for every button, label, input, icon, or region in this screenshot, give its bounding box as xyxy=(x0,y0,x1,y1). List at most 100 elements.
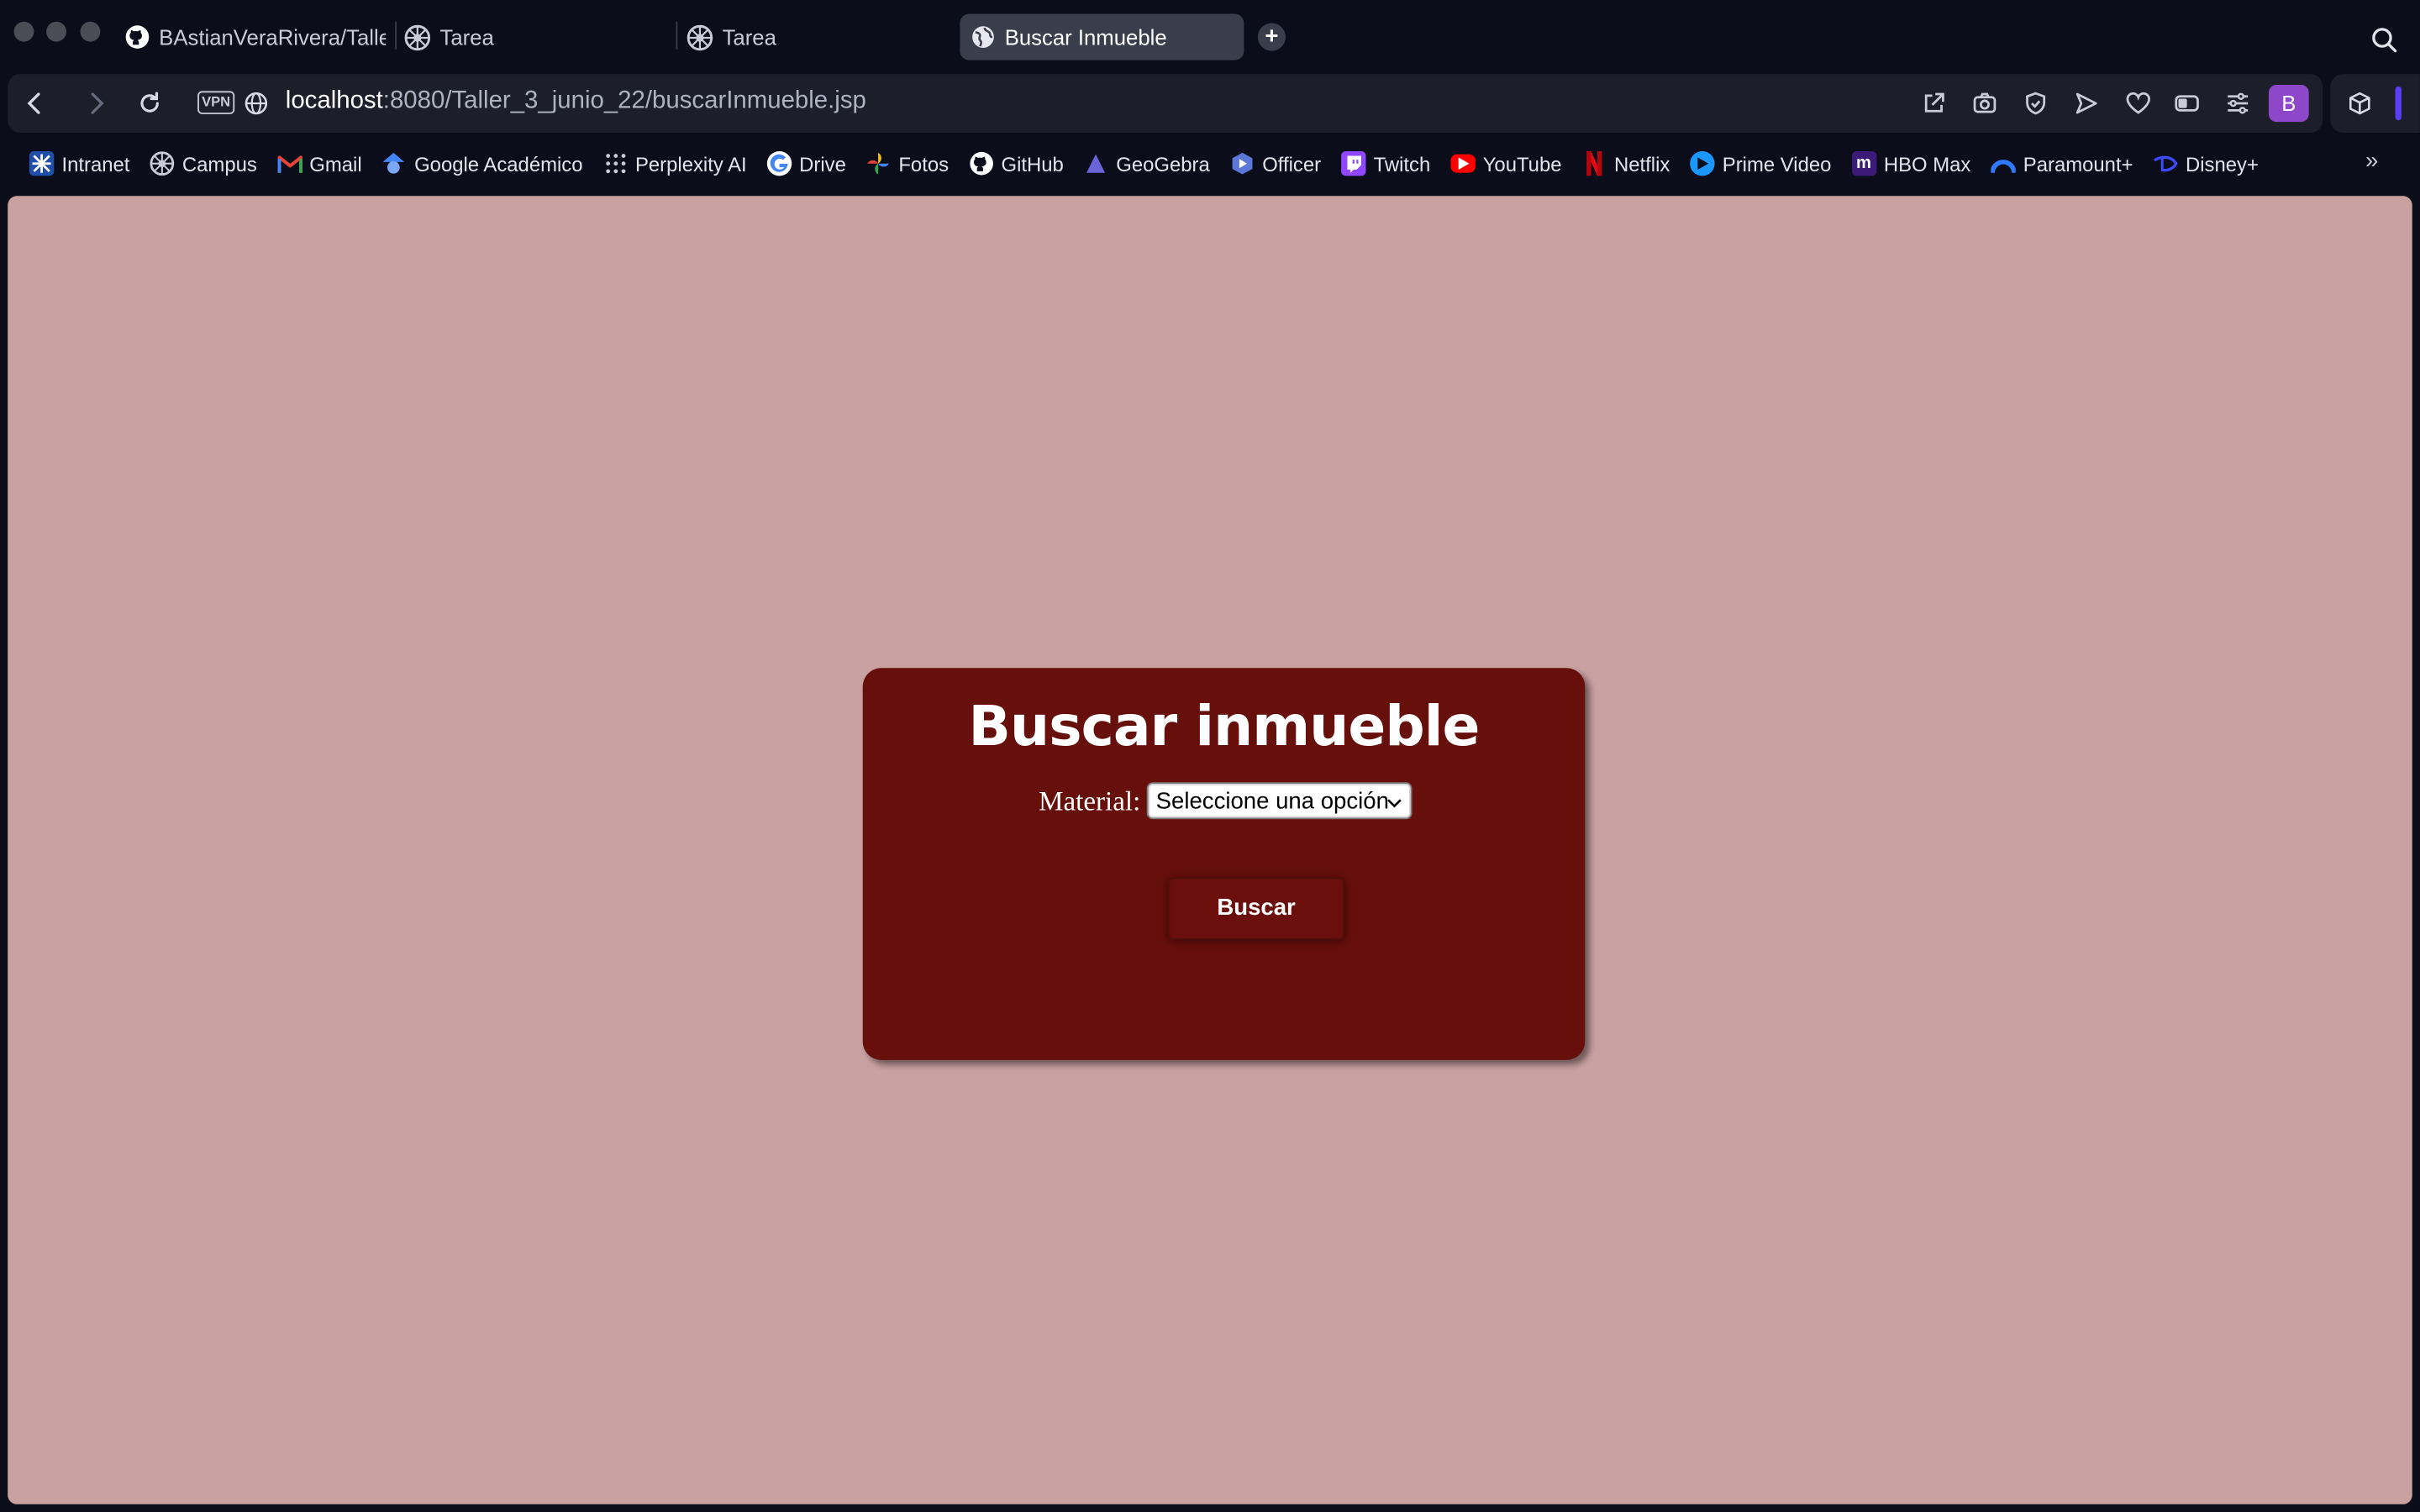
heart-icon[interactable] xyxy=(2123,90,2151,118)
hbo-max-icon: m xyxy=(1851,150,1876,176)
bookmark-label: Drive xyxy=(799,151,846,176)
window-maximize-button[interactable] xyxy=(80,21,101,42)
bookmark-intranet[interactable]: Intranet xyxy=(29,150,130,176)
bookmark-officer[interactable]: Officer xyxy=(1230,151,1321,176)
bookmark-fotos[interactable]: Fotos xyxy=(866,151,949,176)
material-field: Material: Seleccione una opción xyxy=(1039,782,1413,820)
bookmark-label: Twitch xyxy=(1373,151,1431,176)
window-minimize-button[interactable] xyxy=(46,21,66,42)
tab-label: Tarea xyxy=(439,24,494,50)
vpn-badge[interactable]: VPN xyxy=(197,91,235,114)
github-icon xyxy=(969,151,993,176)
tab-github[interactable]: BAstianVeraRivera/Taller xyxy=(114,14,386,60)
search-card: Buscar inmueble Material: Seleccione una… xyxy=(862,668,1586,1060)
tab-tarea-1[interactable]: Tarea xyxy=(395,14,666,60)
bookmark-geogebra[interactable]: GeoGebra xyxy=(1084,151,1210,176)
bookmarks-more-button[interactable]: » xyxy=(2365,148,2378,174)
bookmark-label: Perplexity AI xyxy=(634,151,747,176)
youtube-icon xyxy=(1450,154,1476,173)
bookmark-youtube[interactable]: YouTube xyxy=(1450,151,1562,176)
officer-icon xyxy=(1230,151,1255,176)
campus-icon xyxy=(150,151,175,176)
bookmark-label: GitHub xyxy=(1001,151,1064,176)
tab-label: Tarea xyxy=(722,24,776,50)
site-info-icon[interactable] xyxy=(242,90,270,118)
netflix-icon xyxy=(1581,150,1606,176)
battery-saver-icon[interactable] xyxy=(2173,90,2201,118)
bookmarks-bar: Intranet Campus Gmail Google Académico P… xyxy=(8,137,2412,189)
bookmark-label: Campus xyxy=(182,151,257,176)
globe-icon xyxy=(969,24,995,50)
material-label: Material: xyxy=(1039,784,1141,816)
bookmark-label: YouTube xyxy=(1482,151,1562,176)
bookmark-label: Paramount+ xyxy=(2023,151,2133,176)
bookmark-label: Prime Video xyxy=(1722,151,1832,176)
forward-button[interactable] xyxy=(82,90,109,118)
window-close-button[interactable] xyxy=(13,21,34,42)
paramount-icon xyxy=(1991,151,2016,176)
tab-strip: BAstianVeraRivera/Taller Tarea Tarea Bus… xyxy=(0,0,2420,71)
campus-icon xyxy=(404,24,431,50)
scholar-icon xyxy=(382,151,407,176)
bookmark-perplexity[interactable]: Perplexity AI xyxy=(602,151,747,176)
twitch-icon xyxy=(1341,150,1366,176)
bookmark-label: HBO Max xyxy=(1883,151,1971,176)
bookmark-github[interactable]: GitHub xyxy=(969,151,1064,176)
campus-icon xyxy=(687,24,713,50)
bookmark-label: GeoGebra xyxy=(1116,151,1210,176)
bookmark-label: Officer xyxy=(1262,151,1322,176)
material-select[interactable]: Seleccione una opción xyxy=(1146,782,1413,820)
send-icon[interactable] xyxy=(2073,90,2101,118)
tab-search-icon[interactable] xyxy=(2370,26,2398,54)
tab-label: Buscar Inmueble xyxy=(1004,24,1167,50)
bookmark-label: Netflix xyxy=(1613,151,1670,176)
photos-icon xyxy=(866,151,891,176)
new-tab-button[interactable]: + xyxy=(1257,23,1286,51)
intranet-icon xyxy=(29,150,55,176)
url-host: localhost xyxy=(285,87,383,114)
bookmark-campus[interactable]: Campus xyxy=(150,151,257,176)
reload-button[interactable] xyxy=(136,90,164,118)
github-icon xyxy=(124,24,150,50)
search-button[interactable]: Buscar xyxy=(1168,878,1344,940)
bookmark-label: Intranet xyxy=(61,151,130,176)
disney-icon xyxy=(2153,151,2178,176)
gmail-icon xyxy=(276,151,302,176)
google-icon xyxy=(766,150,792,176)
tab-label: BAstianVeraRivera/Taller xyxy=(159,24,387,50)
bookmark-prime-video[interactable]: Prime Video xyxy=(1690,150,1832,176)
page-viewport: Buscar inmueble Material: Seleccione una… xyxy=(8,196,2412,1504)
page-title: Buscar inmueble xyxy=(968,696,1481,759)
bookmark-hbo-max[interactable]: m HBO Max xyxy=(1851,150,1971,176)
bookmark-label: Gmail xyxy=(309,151,362,176)
prime-video-icon xyxy=(1690,150,1715,176)
bookmark-gmail[interactable]: Gmail xyxy=(276,151,362,176)
address-toolbar: VPN localhost:8080/Taller_3_junio_22/bus… xyxy=(8,74,2323,133)
cube-icon[interactable] xyxy=(2346,90,2374,118)
settings-sliders-icon[interactable] xyxy=(2224,90,2252,118)
camera-icon[interactable] xyxy=(1970,90,1998,118)
bookmark-twitch[interactable]: Twitch xyxy=(1341,150,1431,176)
tab-tarea-2[interactable]: Tarea xyxy=(677,14,949,60)
bookmark-netflix[interactable]: Netflix xyxy=(1581,150,1670,176)
bookmark-drive[interactable]: Drive xyxy=(766,150,846,176)
bookmark-disney[interactable]: Disney+ xyxy=(2153,151,2259,176)
bookmark-paramount[interactable]: Paramount+ xyxy=(1991,151,2133,176)
geogebra-icon xyxy=(1084,151,1108,176)
share-icon[interactable] xyxy=(1920,90,1948,118)
profile-avatar[interactable]: B xyxy=(2268,85,2309,123)
bookmark-label: Fotos xyxy=(898,151,950,176)
address-bar[interactable]: localhost:8080/Taller_3_junio_22/buscarI… xyxy=(286,88,866,116)
url-path: :8080/Taller_3_junio_22/buscarInmueble.j… xyxy=(382,87,866,114)
bookmark-label: Disney+ xyxy=(2185,151,2259,176)
material-select-value: Seleccione una opción xyxy=(1155,787,1389,814)
bookmark-label: Google Académico xyxy=(414,151,583,176)
sidebar-toggle[interactable] xyxy=(2395,86,2402,121)
back-button[interactable] xyxy=(22,90,50,118)
extensions-area xyxy=(2330,74,2420,133)
tab-buscar-inmueble[interactable]: Buscar Inmueble xyxy=(960,13,1244,60)
chevron-down-icon xyxy=(1386,791,1402,808)
bookmark-google-academico[interactable]: Google Académico xyxy=(382,151,583,176)
perplexity-icon xyxy=(602,151,627,176)
shield-check-icon[interactable] xyxy=(2022,90,2049,118)
